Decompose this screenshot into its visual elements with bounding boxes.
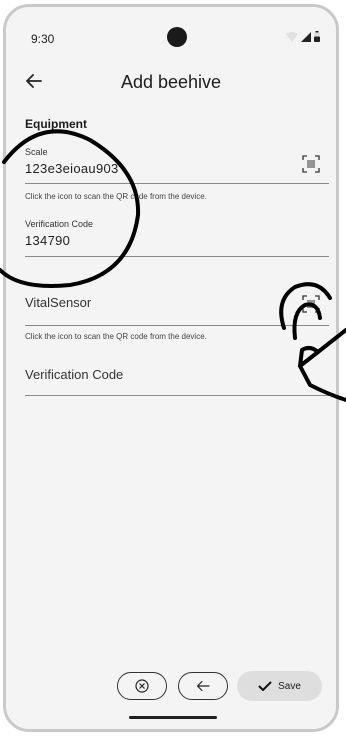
home-indicator[interactable] (129, 716, 217, 719)
camera-cutout (167, 27, 187, 47)
battery-icon (314, 31, 320, 42)
scale-hint: Click the icon to scan the QR code from … (25, 192, 207, 201)
vital-sensor-field[interactable]: VitalSensor (25, 287, 329, 326)
check-icon (258, 681, 272, 691)
arrow-left-icon (196, 680, 210, 692)
vital-sensor-hint: Click the icon to scan the QR code from … (25, 332, 207, 341)
cancel-circle-icon (135, 679, 149, 693)
vital-sensor-label: VitalSensor (25, 295, 92, 310)
section-title: Equipment (25, 117, 87, 131)
previous-button[interactable] (178, 672, 228, 700)
signal-icon (301, 31, 311, 42)
app-bar: Add beehive (6, 69, 336, 99)
action-bar: Save (6, 669, 336, 705)
scale-field-label: Scale (25, 147, 48, 157)
scale-verification-field[interactable]: Verification Code 134790 (25, 215, 329, 257)
phone-frame: 9:30 Add beehive Equipment Scale 123e3ei… (3, 4, 339, 732)
status-time: 9:30 (31, 32, 55, 46)
scale-verification-label: Verification Code (25, 219, 94, 229)
qr-scan-icon[interactable] (302, 155, 320, 173)
vital-verification-label: Verification Code (25, 367, 124, 382)
scale-verification-value: 134790 (25, 233, 71, 248)
status-bar: 9:30 (6, 7, 336, 63)
cancel-button[interactable] (117, 672, 167, 700)
save-button[interactable]: Save (237, 671, 322, 701)
save-button-label: Save (278, 680, 301, 692)
scale-field[interactable]: Scale 123e3eioau903 (25, 145, 329, 184)
status-icons (286, 31, 320, 42)
scale-field-value: 123e3eioau903 (25, 161, 119, 176)
vital-verification-field[interactable]: Verification Code (25, 357, 329, 396)
page-title: Add beehive (120, 72, 222, 92)
qr-scan-icon[interactable] (302, 295, 320, 313)
wifi-icon (286, 31, 298, 42)
